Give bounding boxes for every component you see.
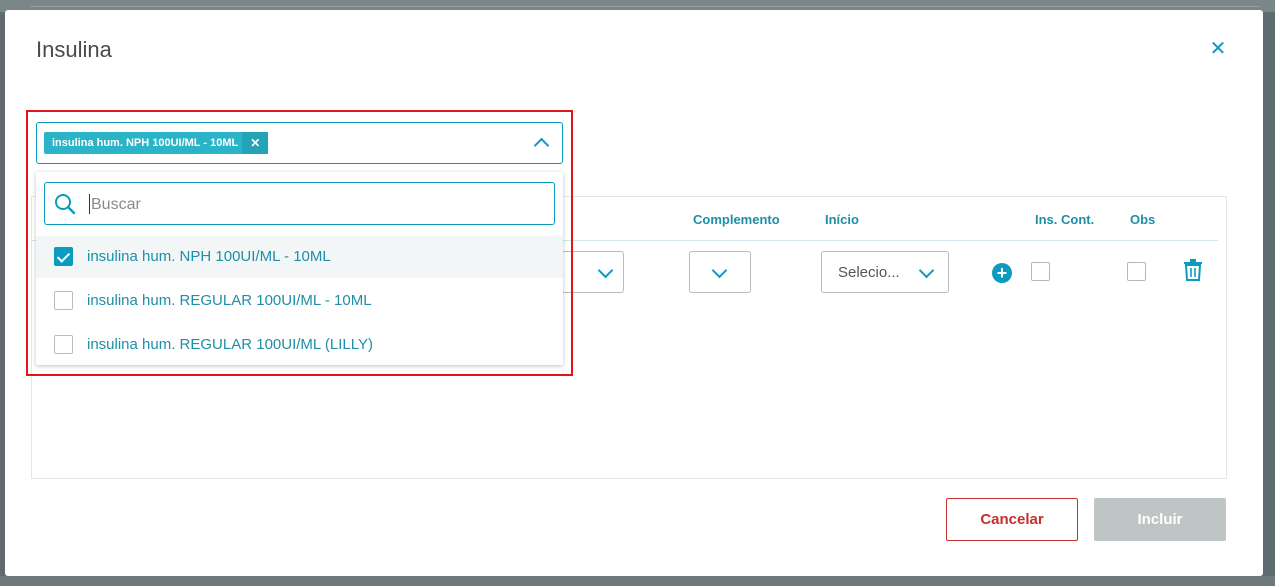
close-icon[interactable]: ✕ xyxy=(1206,37,1230,61)
inicio-select[interactable]: Selecio... xyxy=(821,251,949,293)
header-inicio: Início xyxy=(825,212,859,227)
inicio-select-value: Selecio... xyxy=(838,264,900,281)
cancel-button[interactable]: Cancelar xyxy=(946,498,1078,541)
complemento-select[interactable] xyxy=(689,251,751,293)
chevron-down-icon xyxy=(918,262,935,279)
header-complemento: Complemento xyxy=(693,212,780,227)
include-button[interactable]: Incluir xyxy=(1094,498,1226,541)
background-footer xyxy=(0,576,1275,586)
chevron-down-icon xyxy=(597,262,614,279)
modal-title: Insulina xyxy=(36,37,112,62)
header-ins-cont: Ins. Cont. xyxy=(1035,212,1095,227)
background-divider xyxy=(30,6,1260,7)
header-obs: Obs xyxy=(1130,212,1156,227)
ins-cont-checkbox[interactable] xyxy=(1031,262,1050,281)
chevron-down-icon xyxy=(711,262,728,279)
trash-icon[interactable] xyxy=(1183,259,1203,281)
plus-circle-icon[interactable]: + xyxy=(992,263,1012,283)
obs-checkbox[interactable] xyxy=(1127,262,1146,281)
highlight-frame xyxy=(26,110,573,376)
